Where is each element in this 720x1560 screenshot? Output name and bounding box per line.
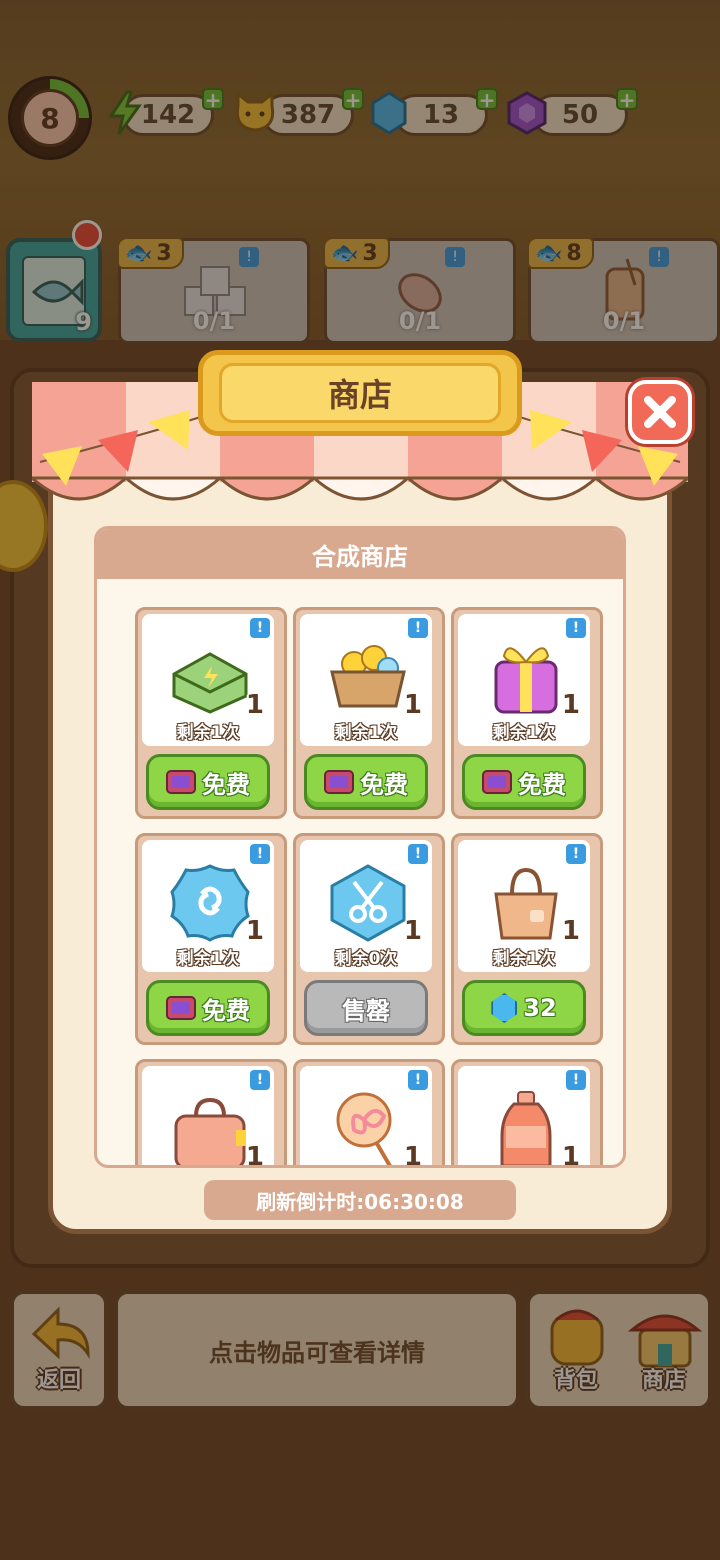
shop-item-tile[interactable]: ! 1 剩余1次 <box>142 840 274 972</box>
shop-item-card[interactable]: ! 1 <box>293 1059 445 1168</box>
shop-item-card[interactable]: ! 1 <box>451 1059 603 1168</box>
free-claim-button[interactable]: 免费 <box>146 754 270 810</box>
item-remaining: 剩余0次 <box>334 949 398 969</box>
item-qty: 1 <box>245 1142 264 1168</box>
green-box-icon <box>172 652 248 714</box>
free-claim-button[interactable]: 免费 <box>146 980 270 1036</box>
item-remaining: 剩余1次 <box>176 723 240 743</box>
free-claim-button[interactable]: 免费 <box>462 754 586 810</box>
item-qty: 1 <box>245 916 264 946</box>
shop-item-card[interactable]: ! 1 剩余0次 售罄 <box>293 833 445 1045</box>
button-label: 免费 <box>360 770 408 799</box>
shop-item-tile[interactable]: ! 1 剩余0次 <box>300 840 432 972</box>
free-claim-button[interactable]: 免费 <box>304 754 428 810</box>
shop-item-tile[interactable]: ! 1 <box>458 1066 590 1168</box>
shop-item-tile[interactable]: ! 1 剩余1次 <box>142 614 274 746</box>
button-label: 免费 <box>202 996 250 1025</box>
shop-item-tile[interactable]: ! 1 剩余1次 <box>458 614 590 746</box>
button-label: 售罄 <box>342 996 390 1025</box>
sold-out-button: 售罄 <box>304 980 428 1036</box>
gem-purchase-button[interactable]: 32 <box>462 980 586 1036</box>
juice-bottle-icon <box>500 1091 552 1165</box>
blue-gem-icon <box>491 993 518 1023</box>
item-remaining: 剩余1次 <box>334 723 398 743</box>
pink-case-icon <box>174 1097 246 1165</box>
blue-token-icon <box>170 864 250 942</box>
shop-title: 商店 <box>219 363 501 423</box>
merge-shop-panel: 合成商店 ! 1 剩余1次 免费 ! 1 剩余1次 免费 ! 1 剩余1次 免费… <box>94 526 626 1168</box>
merge-shop-title: 合成商店 <box>97 529 623 579</box>
tv-ad-icon <box>166 996 196 1020</box>
shop-item-grid: ! 1 剩余1次 免费 ! 1 剩余1次 免费 ! 1 剩余1次 免费 ! 1 … <box>97 579 623 1165</box>
item-qty: 1 <box>561 1142 580 1168</box>
gift-box-icon <box>494 647 558 714</box>
shop-item-card[interactable]: ! 1 剩余1次 免费 <box>135 833 287 1045</box>
item-qty: 1 <box>561 690 580 720</box>
item-qty: 1 <box>403 916 422 946</box>
button-label: 免费 <box>518 770 566 799</box>
item-qty: 1 <box>403 690 422 720</box>
item-qty: 1 <box>403 1142 422 1168</box>
item-remaining: 剩余1次 <box>492 949 556 969</box>
item-qty: 1 <box>245 690 264 720</box>
shop-item-tile[interactable]: ! 1 剩余1次 <box>300 614 432 746</box>
shop-item-card[interactable]: ! 1 剩余1次 免费 <box>451 607 603 819</box>
shop-item-tile[interactable]: ! 1 剩余1次 <box>458 840 590 972</box>
refresh-countdown: 刷新倒计时:06:30:08 <box>204 1180 516 1220</box>
shop-item-tile[interactable]: ! 1 <box>142 1066 274 1168</box>
shop-item-card[interactable]: ! 1 剩余1次 免费 <box>135 607 287 819</box>
item-remaining: 剩余1次 <box>492 723 556 743</box>
close-icon <box>644 396 676 428</box>
tv-ad-icon <box>324 770 354 794</box>
shop-title-plate: 商店 <box>198 350 522 436</box>
coin-crate-icon <box>330 645 406 708</box>
button-label: 免费 <box>202 770 250 799</box>
button-label: 32 <box>523 994 557 1022</box>
shop-item-card[interactable]: ! 1 <box>135 1059 287 1168</box>
tote-bag-icon <box>494 867 558 940</box>
scissors-token-icon <box>330 864 406 942</box>
shop-item-tile[interactable]: ! 1 <box>300 1066 432 1168</box>
lollipop-icon <box>336 1092 392 1165</box>
tv-ad-icon <box>482 770 512 794</box>
tv-ad-icon <box>166 770 196 794</box>
shop-item-card[interactable]: ! 1 剩余1次 免费 <box>293 607 445 819</box>
close-button[interactable] <box>628 380 692 444</box>
shop-item-card[interactable]: ! 1 剩余1次 32 <box>451 833 603 1045</box>
item-remaining: 剩余1次 <box>176 949 240 969</box>
item-qty: 1 <box>561 916 580 946</box>
